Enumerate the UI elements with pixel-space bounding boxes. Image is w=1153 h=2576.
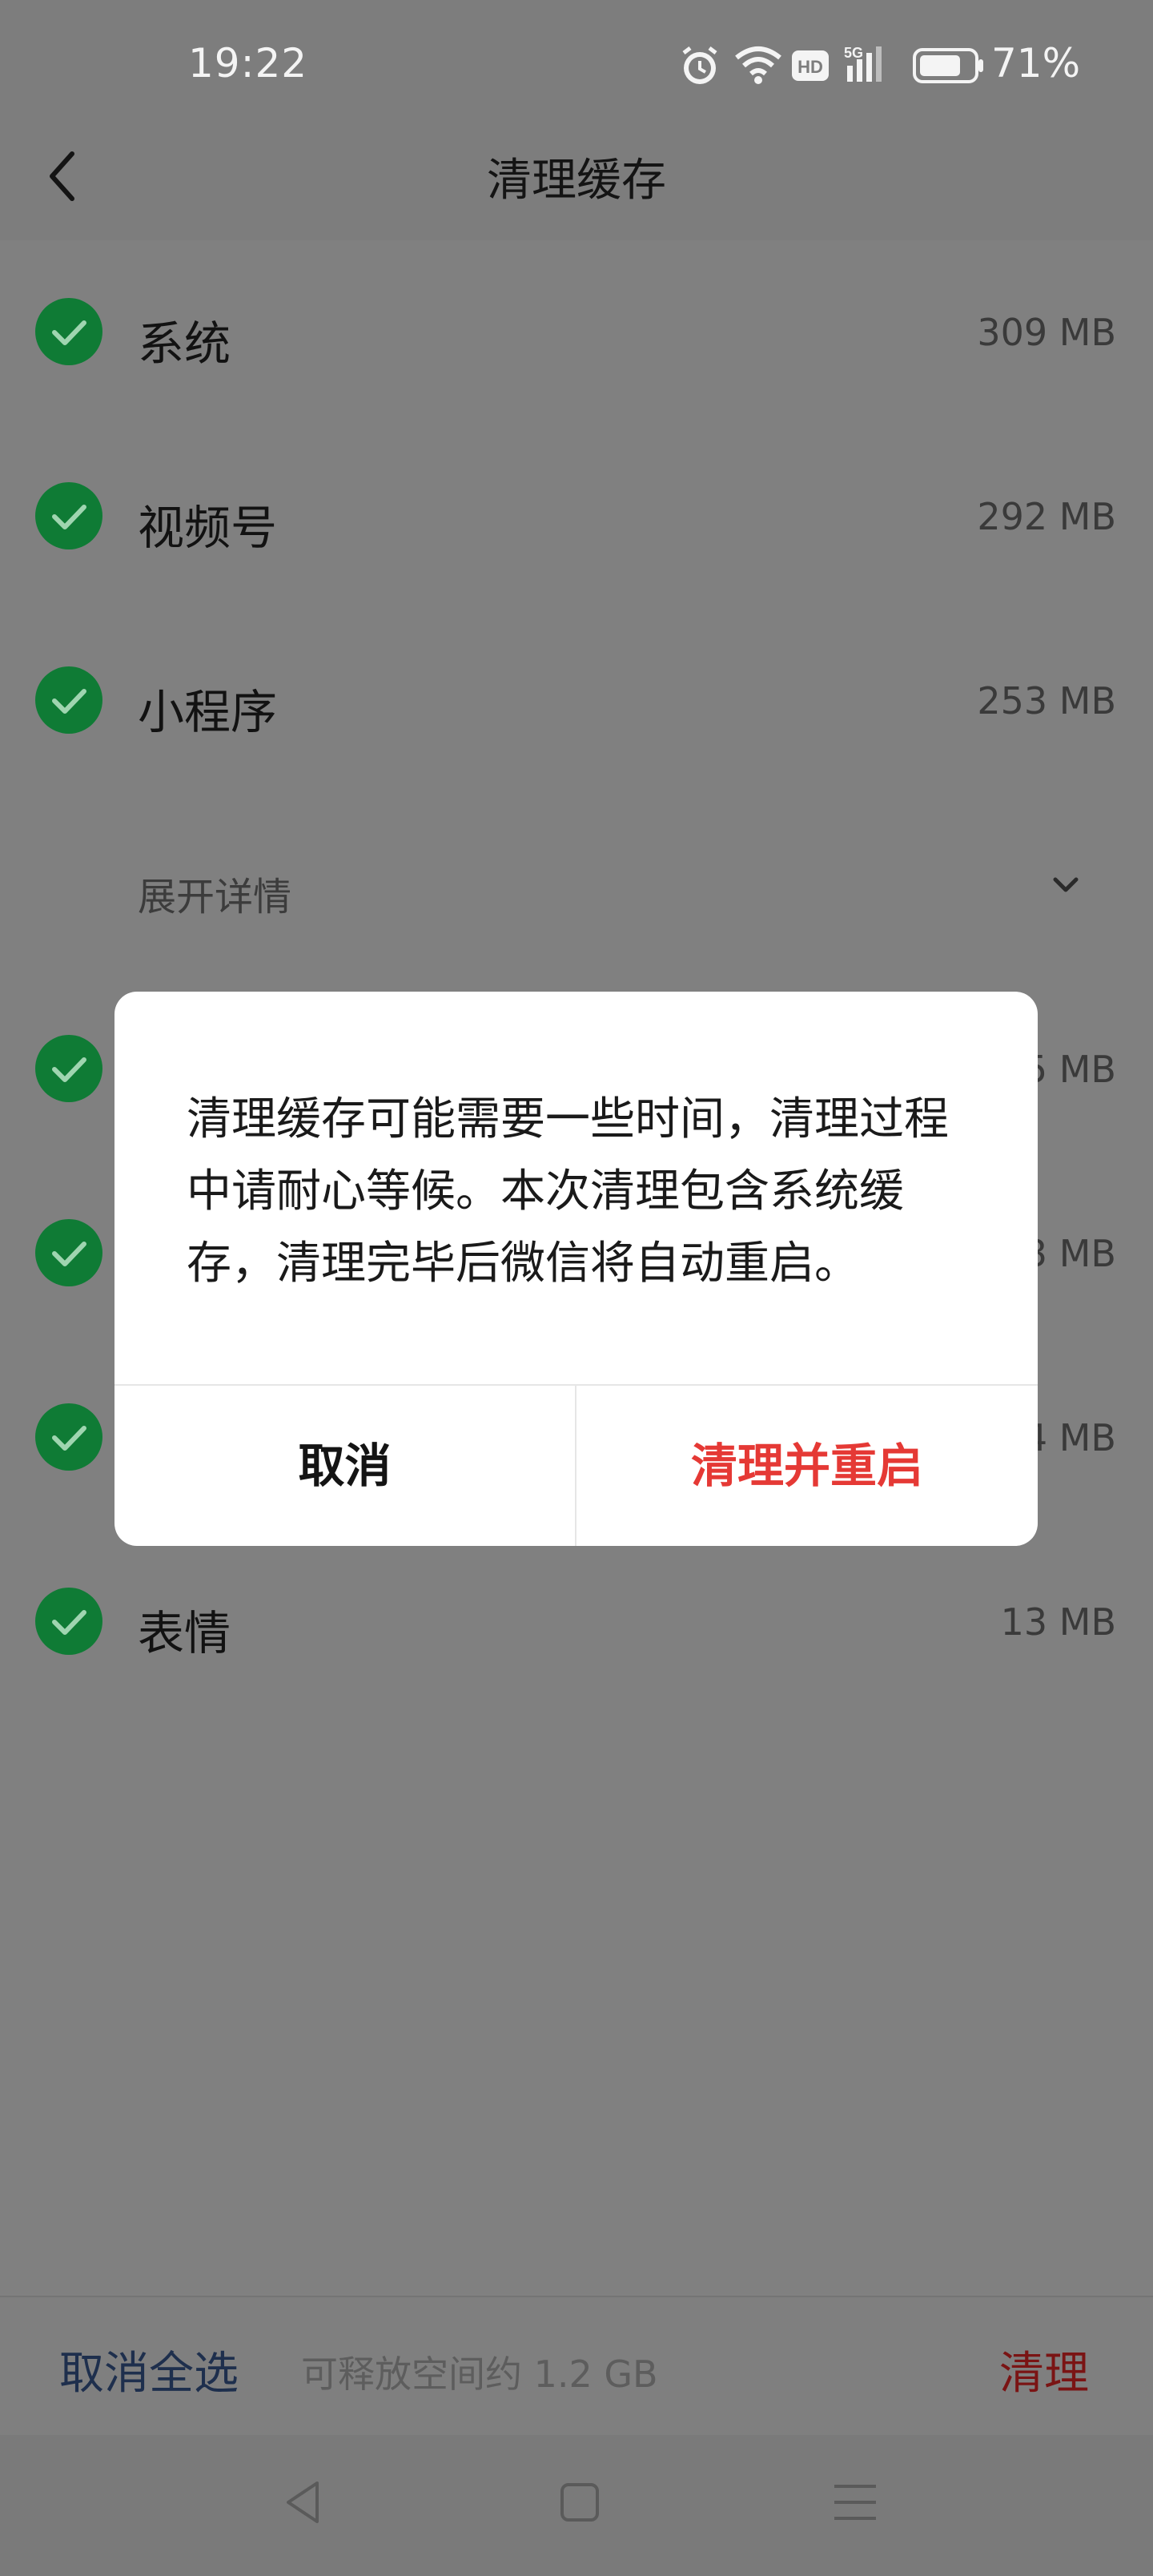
dialog-cancel-button[interactable]: 取消 — [114, 1386, 575, 1546]
deselect-all-button[interactable]: 取消全选 — [59, 2337, 239, 2402]
expand-details-label: 展开详情 — [138, 875, 292, 920]
svg-text:HD: HD — [797, 57, 823, 77]
cache-item-channels[interactable]: 视频号 292 MB — [0, 425, 1153, 609]
cache-item-size: 5 MB — [1023, 1048, 1116, 1091]
dialog-message: 清理缓存可能需要一些时间，清理过程中请耐心等候。本次清理包含系统缓存，清理完毕后… — [187, 1093, 949, 1290]
checked-icon[interactable] — [35, 1403, 102, 1471]
cache-item-size: 13 MB — [1000, 1600, 1116, 1644]
clean-button[interactable]: 清理 — [999, 2337, 1089, 2402]
checked-icon[interactable] — [35, 298, 102, 365]
status-time: 19:22 — [188, 40, 308, 87]
cache-item-size: 309 MB — [977, 311, 1116, 354]
svg-text:5G: 5G — [844, 45, 863, 61]
nav-back-icon[interactable] — [272, 2470, 336, 2534]
page-title: 清理缓存 — [487, 155, 666, 207]
signal-5g-icon: 5G — [844, 45, 882, 82]
cache-item-label: 表情 — [138, 1606, 231, 1660]
free-space-text: 可释放空间约 1.2 GB — [301, 2353, 658, 2396]
nav-home-icon[interactable] — [548, 2470, 612, 2534]
cache-item-size: 292 MB — [977, 495, 1116, 538]
cache-item-size: 253 MB — [977, 679, 1116, 722]
battery-icon — [913, 48, 983, 83]
bottom-action-bar: 取消全选 可释放空间约 1.2 GB 清理 — [0, 2296, 1153, 2435]
checked-icon[interactable] — [35, 482, 102, 549]
cache-item-label: 系统 — [138, 316, 231, 371]
chevron-down-icon — [1053, 877, 1079, 892]
cache-item-label: 视频号 — [138, 501, 278, 555]
checked-icon[interactable] — [35, 1588, 102, 1655]
cache-item-stickers[interactable]: 表情 13 MB — [0, 1530, 1153, 1714]
checked-icon[interactable] — [35, 1219, 102, 1286]
cache-item-label: 小程序 — [138, 685, 278, 739]
battery-percent: 71% — [991, 40, 1081, 87]
cache-item-size: 4 MB — [1023, 1416, 1116, 1459]
cache-item-miniprogram[interactable]: 小程序 253 MB — [0, 609, 1153, 793]
alarm-icon — [682, 46, 717, 84]
wifi-icon — [735, 46, 781, 84]
confirm-dialog: 清理缓存可能需要一些时间，清理过程中请耐心等候。本次清理包含系统缓存，清理完毕后… — [114, 992, 1038, 1546]
expand-details-row[interactable]: 展开详情 — [0, 801, 1153, 977]
system-nav-bar — [0, 2435, 1153, 2576]
nav-menu-icon[interactable] — [823, 2470, 887, 2534]
cache-item-size: 3 MB — [1023, 1232, 1116, 1275]
checked-icon[interactable] — [35, 1035, 102, 1102]
dialog-clean-restart-button[interactable]: 清理并重启 — [576, 1386, 1038, 1546]
cache-item-system[interactable]: 系统 309 MB — [0, 240, 1153, 425]
hd-icon: HD — [792, 50, 829, 81]
checked-icon[interactable] — [35, 666, 102, 734]
